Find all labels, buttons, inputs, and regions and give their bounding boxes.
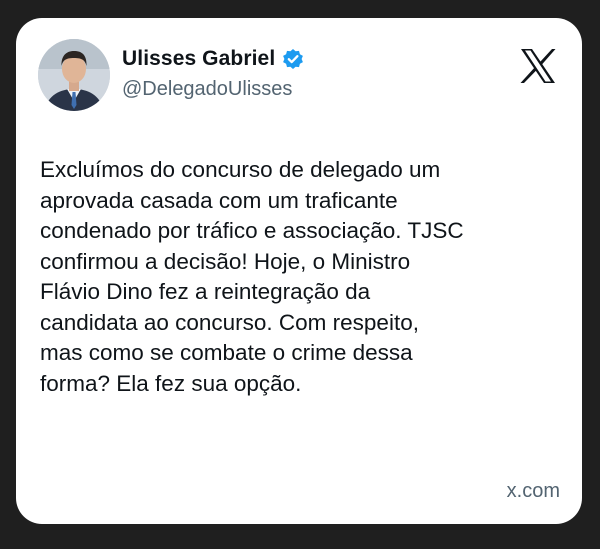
author-handle[interactable]: @DelegadoUlisses <box>122 78 292 101</box>
profile-photo <box>38 39 110 111</box>
tweet-text: Excluímos do concurso de delegado um apr… <box>40 157 464 396</box>
author-name-row: Ulisses Gabriel <box>122 47 304 71</box>
verified-badge-icon <box>282 48 304 70</box>
avatar[interactable] <box>38 39 110 111</box>
x-logo-icon[interactable] <box>519 48 557 84</box>
author-name[interactable]: Ulisses Gabriel <box>122 47 275 71</box>
source-link[interactable]: x.com <box>507 480 560 503</box>
tweet-card: Ulisses Gabriel @DelegadoUlisses Excluím… <box>16 18 582 524</box>
